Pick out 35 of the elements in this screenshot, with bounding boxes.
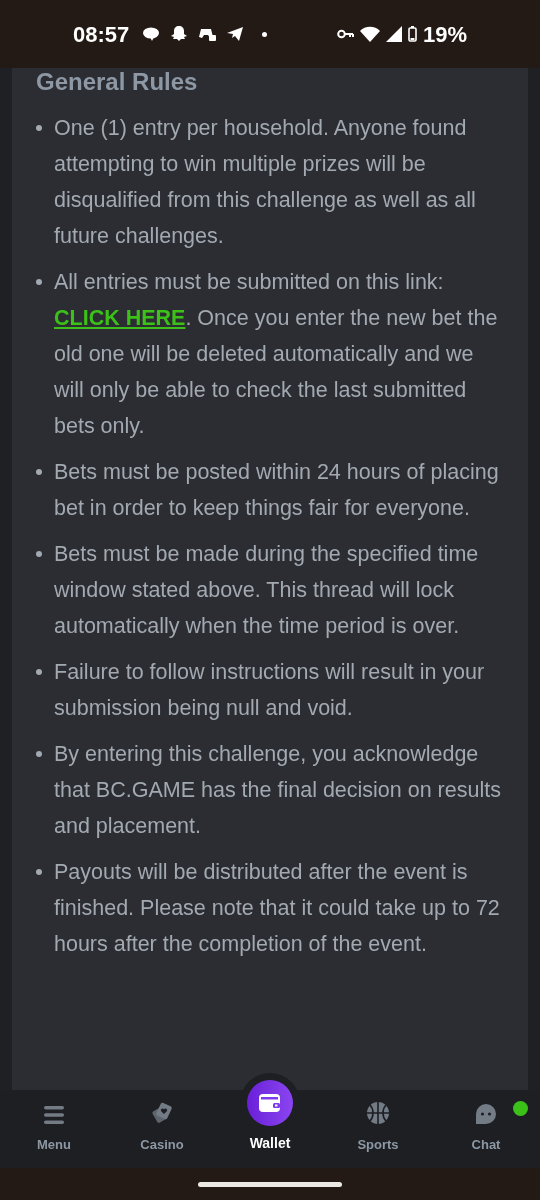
chat-icon xyxy=(475,1102,497,1125)
ghost-icon xyxy=(170,25,189,43)
rule-text: Bets must be made during the specified time window stated above. This thread will lock automatically when the time period is over. xyxy=(54,541,480,640)
nav-tab[interactable]: Casino xyxy=(108,1091,216,1168)
chat-bubbles-icon xyxy=(143,26,161,42)
signal-icon xyxy=(385,26,402,42)
basketball-icon xyxy=(366,1100,390,1125)
bullet-icon xyxy=(36,751,42,757)
rule-text: Failure to follow instructions will result in your submission being null and void. xyxy=(54,659,486,722)
battery-icon xyxy=(407,26,417,42)
nav-tab[interactable]: Wallet xyxy=(216,1073,324,1168)
rule-text: All entries must be submitted on this link: CLICK HERE. Once you enter the new bet the old one will be deleted automatically and we will only be able to check the last submitted bets only. xyxy=(54,269,499,440)
nav-tab[interactable]: Sports xyxy=(324,1091,432,1168)
menu-icon xyxy=(43,1104,65,1125)
rule-text: One (1) entry per household. Anyone found attempting to win multiple prizes will be disqualified from this challenge as well as all future challenges. xyxy=(54,115,477,250)
nav-tab[interactable]: Chat xyxy=(432,1091,540,1168)
rule-text: By entering this challenge, you acknowledge that BC.GAME has the final decision on results and placement. xyxy=(54,741,502,840)
nav-tab[interactable]: Menu xyxy=(0,1091,108,1168)
click-here-link[interactable]: CLICK HERE xyxy=(54,306,186,330)
rule-text: Payouts will be distributed after the event is finished. Please note that it could take up to 72 hours after the completion of the event. xyxy=(54,859,501,958)
bullet-icon xyxy=(36,669,42,675)
send-icon xyxy=(226,26,245,42)
bullet-icon xyxy=(36,551,42,557)
key-icon xyxy=(336,29,354,39)
wifi-icon xyxy=(359,26,380,42)
wallet-icon xyxy=(258,1093,282,1113)
battery-percent: 19% xyxy=(422,20,467,49)
bullet-icon xyxy=(36,869,42,875)
bullet-icon xyxy=(36,469,42,475)
clock: 08:57 xyxy=(73,20,130,49)
bullet-icon xyxy=(36,125,42,131)
rule-text: Bets must be posted within 24 hours of placing bet in order to keep things fair for everyone. xyxy=(54,459,500,522)
bullet-icon xyxy=(36,279,42,285)
cards-icon xyxy=(150,1100,174,1125)
section-title: General Rules xyxy=(36,68,199,96)
